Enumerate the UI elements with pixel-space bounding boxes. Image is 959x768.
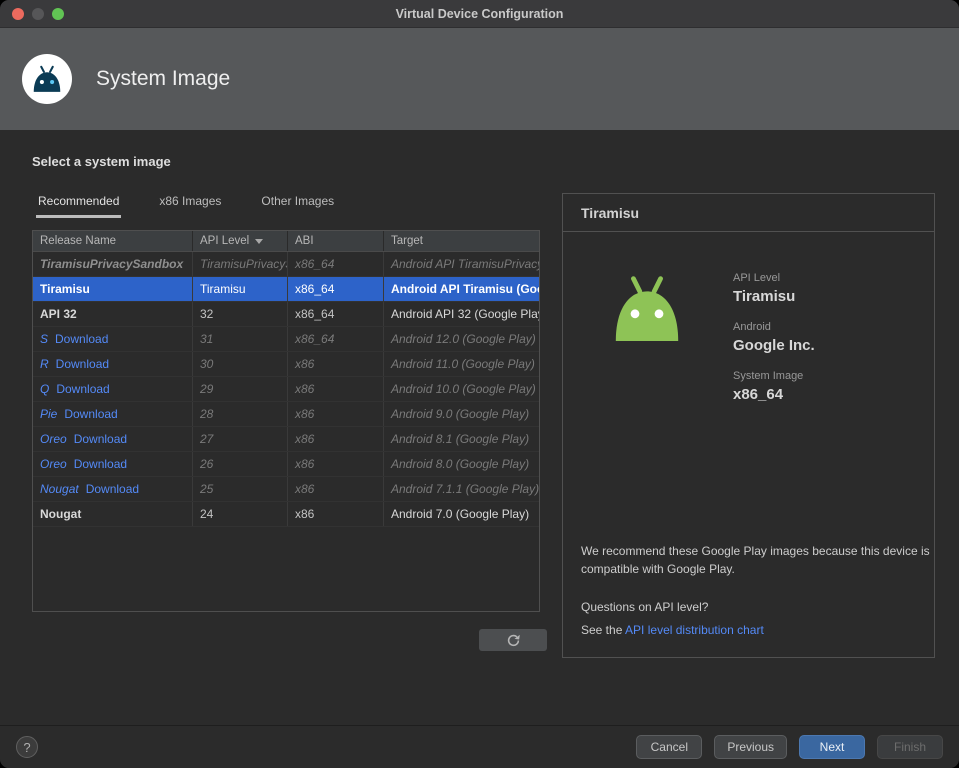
finish-button: Finish xyxy=(877,735,943,759)
system-image-table: Release Name API Level ABI Target Tirami… xyxy=(32,230,540,612)
table-row[interactable]: Nougat 24 x86 Android 7.0 (Google Play) xyxy=(33,502,539,527)
vendor-label: Android xyxy=(733,321,771,333)
table-row-selected[interactable]: Tiramisu Tiramisu x86_64 Android API Tir… xyxy=(33,277,539,302)
tab-recommended[interactable]: Recommended xyxy=(36,188,122,218)
table-row[interactable]: Pie Download 28 x86 Android 9.0 (Google P… xyxy=(33,402,539,427)
recommendation-text: We recommend these Google Play images be… xyxy=(581,544,930,576)
tab-other-images[interactable]: Other Images xyxy=(259,188,336,218)
image-spec-row: API Level Tiramisu Android Google Inc. S… xyxy=(607,272,916,403)
refresh-icon xyxy=(507,634,520,646)
column-header-abi[interactable]: ABI xyxy=(288,231,384,251)
table-row[interactable]: Oreo Download 26 x86 Android 8.0 (Google … xyxy=(33,452,539,477)
wizard-footer: ? Cancel Previous Next Finish xyxy=(0,725,959,768)
table-row[interactable]: Oreo Download 27 x86 Android 8.1 (Google … xyxy=(33,427,539,452)
download-link[interactable]: Download xyxy=(55,332,108,346)
zoom-window-icon[interactable] xyxy=(52,8,64,20)
table-row[interactable]: Nougat Download 25 x86 Android 7.1.1 (Goo… xyxy=(33,477,539,502)
api-level-value: Tiramisu xyxy=(733,288,796,305)
android-avatar xyxy=(22,54,72,104)
system-image-label: System Image xyxy=(733,370,804,382)
sort-desc-icon xyxy=(255,238,264,244)
tab-x86-images[interactable]: x86 Images xyxy=(157,188,223,218)
window-title: Virtual Device Configuration xyxy=(395,6,564,21)
vendor-value: Google Inc. xyxy=(733,337,815,354)
api-level-distribution-chart-link[interactable]: API level distribution chart xyxy=(625,623,764,637)
window-controls xyxy=(12,8,64,20)
previous-button[interactable]: Previous xyxy=(714,735,787,759)
cancel-button[interactable]: Cancel xyxy=(636,735,703,759)
wizard-header: System Image xyxy=(0,28,959,130)
virtual-device-configuration-window: Virtual Device Configuration System Imag… xyxy=(0,0,959,768)
table-row[interactable]: TiramisuPrivacySandbox TiramisuPrivacySa… xyxy=(33,252,539,277)
column-header-release-name[interactable]: Release Name xyxy=(33,231,193,251)
main-content: Select a system image Recommended x86 Im… xyxy=(0,130,959,725)
column-header-target[interactable]: Target xyxy=(384,231,539,251)
api-level-question: Questions on API level? xyxy=(581,600,709,614)
refresh-button[interactable] xyxy=(479,629,547,651)
android-robot-icon xyxy=(33,65,61,92)
section-title: Select a system image xyxy=(32,154,171,169)
page-title: System Image xyxy=(96,67,231,90)
android-robot-icon xyxy=(615,276,679,341)
help-button[interactable]: ? xyxy=(16,736,38,758)
image-details-body: API Level Tiramisu Android Google Inc. S… xyxy=(563,232,934,657)
table-row[interactable]: Q Download 29 x86 Android 10.0 (Google Pl… xyxy=(33,377,539,402)
question-mark-icon: ? xyxy=(23,739,31,755)
image-details-panel: Tiramisu API Level Tiramisu Android Goog… xyxy=(562,193,935,658)
download-link[interactable]: Download xyxy=(74,457,127,471)
download-link[interactable]: Download xyxy=(64,407,117,421)
selected-image-title: Tiramisu xyxy=(563,194,934,232)
close-window-icon[interactable] xyxy=(12,8,24,20)
distribution-chart-line: See the API level distribution chart xyxy=(581,623,764,637)
table-row[interactable]: S Download 31 x86_64 Android 12.0 (Google… xyxy=(33,327,539,352)
table-header: Release Name API Level ABI Target xyxy=(33,231,539,252)
download-link[interactable]: Download xyxy=(56,382,109,396)
wizard-buttons: Cancel Previous Next Finish xyxy=(636,735,943,759)
column-header-api-level[interactable]: API Level xyxy=(193,231,288,251)
titlebar: Virtual Device Configuration xyxy=(0,0,959,28)
table-row[interactable]: API 32 32 x86_64 Android API 32 (Google … xyxy=(33,302,539,327)
api-level-label: API Level xyxy=(733,272,781,284)
download-link[interactable]: Download xyxy=(86,482,139,496)
next-button[interactable]: Next xyxy=(799,735,865,759)
download-link[interactable]: Download xyxy=(56,357,109,371)
image-specs: API Level Tiramisu Android Google Inc. S… xyxy=(733,272,815,403)
system-image-value: x86_64 xyxy=(733,386,784,403)
minimize-window-icon[interactable] xyxy=(32,8,44,20)
table-row[interactable]: R Download 30 x86 Android 11.0 (Google Pl… xyxy=(33,352,539,377)
download-link[interactable]: Download xyxy=(74,432,127,446)
image-tabs: Recommended x86 Images Other Images xyxy=(36,188,372,218)
